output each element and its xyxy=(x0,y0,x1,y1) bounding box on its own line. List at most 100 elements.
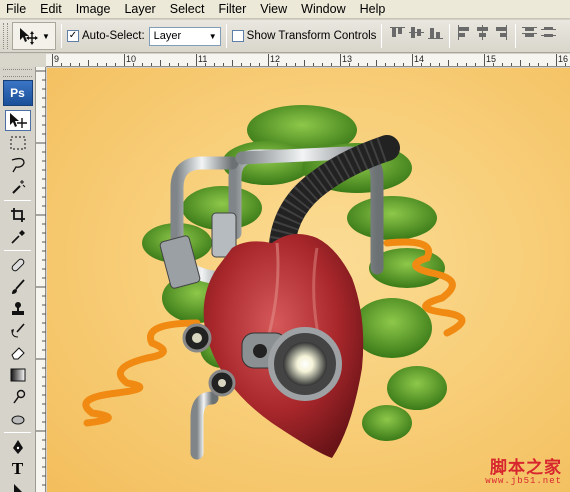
vertical-ruler xyxy=(36,67,46,492)
menu-view[interactable]: View xyxy=(260,0,295,19)
lasso-icon xyxy=(11,157,25,172)
magic-wand-icon xyxy=(11,179,25,194)
menu-image[interactable]: Image xyxy=(76,0,119,19)
path-selection-tool[interactable] xyxy=(5,480,31,492)
ruler-label: 16 xyxy=(558,54,569,64)
ruler-label: 9 xyxy=(54,54,60,64)
crop-tool[interactable] xyxy=(5,204,31,225)
align-left-icon[interactable] xyxy=(455,24,472,41)
align-horizontal-center-icon[interactable] xyxy=(474,24,491,41)
eraser-icon xyxy=(10,346,25,359)
chevron-down-icon: ▼ xyxy=(208,31,217,41)
move-tool[interactable] xyxy=(4,110,31,131)
toolbox-grip[interactable] xyxy=(3,69,32,77)
marquee-icon xyxy=(10,136,25,149)
ruler-label: 14 xyxy=(414,54,425,64)
options-bar: ▼ ✓ Auto-Select: Layer ▼ Show Transform … xyxy=(0,20,570,53)
photoshop-logo[interactable]: Ps xyxy=(2,80,33,106)
distribute-center-icon[interactable] xyxy=(540,24,557,41)
show-transform-checkbox[interactable] xyxy=(231,30,244,42)
document-canvas[interactable]: 脚本之家 www.jb51.net xyxy=(47,68,570,492)
align-top-icon[interactable] xyxy=(389,24,406,41)
dodge-icon xyxy=(12,389,25,403)
options-grip[interactable] xyxy=(3,23,8,49)
watermark-main: 脚本之家 xyxy=(490,458,562,478)
align-right-icon[interactable] xyxy=(493,24,510,41)
menu-window[interactable]: Window xyxy=(301,0,353,19)
spring-left xyxy=(82,319,201,427)
auto-select-checkbox[interactable]: ✓ xyxy=(67,30,79,42)
ruler-minor-tick xyxy=(97,63,98,66)
pen-tool[interactable] xyxy=(5,436,31,457)
tool-preset-picker[interactable]: ▼ xyxy=(12,22,56,50)
show-transform-label: Show Transform Controls xyxy=(246,30,377,42)
ruler-minor-tick xyxy=(286,63,287,66)
sponge-tool[interactable] xyxy=(5,408,31,429)
ruler-minor-tick xyxy=(547,63,548,66)
toolbox: Ps T xyxy=(0,67,36,492)
type-tool[interactable]: T xyxy=(5,458,31,479)
ruler-minor-tick xyxy=(277,63,278,66)
menu-filter[interactable]: Filter xyxy=(218,0,254,19)
ruler-label: 15 xyxy=(486,54,497,64)
ruler-minor-tick xyxy=(259,63,260,66)
ruler-major-tick xyxy=(484,54,485,66)
vertical-ruler-ticks xyxy=(36,70,46,486)
ruler-minor-tick xyxy=(241,63,242,66)
ruler-minor-tick xyxy=(187,63,188,66)
brush-tool[interactable] xyxy=(5,276,31,297)
ruler-label: 10 xyxy=(126,54,137,64)
separator xyxy=(515,24,517,48)
ruler-minor-tick xyxy=(394,63,395,66)
ruler-minor-tick xyxy=(214,63,215,66)
ruler-minor-tick xyxy=(538,63,539,66)
menu-help[interactable]: Help xyxy=(360,0,394,19)
separator xyxy=(225,24,227,48)
ruler-minor-tick xyxy=(367,63,368,66)
magic-wand-tool[interactable] xyxy=(5,176,31,197)
healing-brush-tool[interactable] xyxy=(5,254,31,275)
align-vertical-center-icon[interactable] xyxy=(408,24,425,41)
dodge-tool[interactable] xyxy=(5,386,31,407)
ruler-minor-tick xyxy=(430,63,431,66)
lasso-tool[interactable] xyxy=(5,154,31,175)
menu-edit[interactable]: Edit xyxy=(40,0,70,19)
brush-icon xyxy=(11,278,25,294)
pen-icon xyxy=(12,439,23,454)
ruler-minor-tick xyxy=(151,63,152,66)
sponge-icon xyxy=(11,415,24,424)
menu-file[interactable]: File xyxy=(6,0,34,19)
separator xyxy=(61,24,62,48)
ruler-minor-tick xyxy=(178,63,179,66)
auto-select-value: Layer xyxy=(153,30,182,42)
ruler-minor-tick xyxy=(475,63,476,66)
ruler-minor-tick xyxy=(250,63,251,66)
ruler-minor-tick xyxy=(205,63,206,66)
eraser-tool[interactable] xyxy=(5,342,31,363)
move-tool-icon xyxy=(20,28,39,45)
history-brush-tool[interactable] xyxy=(5,320,31,341)
ruler-minor-tick xyxy=(385,63,386,66)
auto-select-dropdown[interactable]: Layer ▼ xyxy=(148,26,221,46)
align-buttons xyxy=(389,24,557,48)
eyedropper-tool[interactable] xyxy=(5,226,31,247)
menu-layer[interactable]: Layer xyxy=(124,0,163,19)
ruler-minor-tick xyxy=(223,63,224,66)
ruler-minor-tick xyxy=(169,63,170,66)
ruler-major-tick xyxy=(196,54,197,66)
clone-stamp-tool[interactable] xyxy=(5,298,31,319)
ruler-minor-tick xyxy=(457,63,458,66)
ruler-minor-tick xyxy=(304,60,305,66)
ruler-minor-tick xyxy=(106,63,107,66)
separator xyxy=(381,24,383,48)
menu-select[interactable]: Select xyxy=(170,0,213,19)
distribute-top-icon[interactable] xyxy=(521,24,538,41)
ruler-label: 13 xyxy=(342,54,353,64)
ruler-minor-tick xyxy=(358,63,359,66)
ruler-minor-tick xyxy=(448,60,449,66)
ruler-minor-tick xyxy=(565,63,566,66)
marquee-tool[interactable] xyxy=(5,132,31,153)
gradient-tool[interactable] xyxy=(5,364,31,385)
align-bottom-icon[interactable] xyxy=(427,24,444,41)
ruler-minor-tick xyxy=(421,63,422,66)
